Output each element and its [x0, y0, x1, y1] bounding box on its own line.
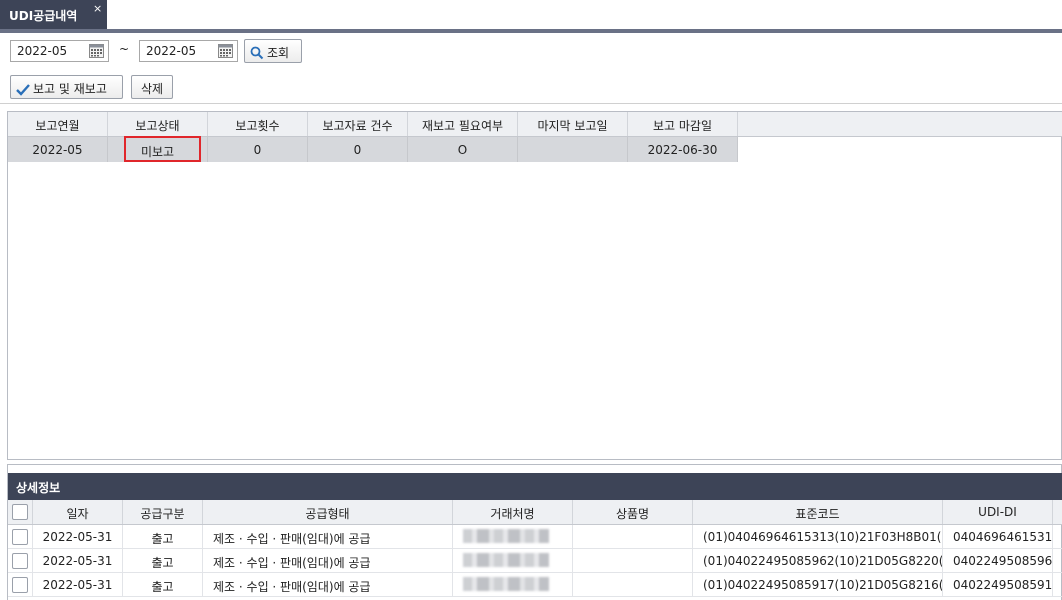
col-re-report-needed[interactable]: 재보고 필요여부	[408, 112, 518, 136]
search-label: 조회	[267, 46, 290, 60]
cell-product-name	[573, 549, 693, 573]
cell-supply-type: 출고	[123, 525, 203, 549]
table-row[interactable]: 2022-05-31 출고 제조 · 수입 · 판매(임대)에 공급 (01)0…	[8, 573, 1062, 597]
col-report-count[interactable]: 보고횟수	[208, 112, 308, 136]
select-all-checkbox[interactable]	[12, 504, 28, 520]
col-report-month[interactable]: 보고연월	[8, 112, 108, 136]
tab-udi-supply[interactable]: UDI공급내역 ×	[0, 0, 107, 29]
col-udi-di[interactable]: UDI-DI	[943, 500, 1053, 524]
cell-date: 2022-05-31	[33, 549, 123, 573]
toolbar-divider	[0, 103, 1062, 104]
redacted-client	[463, 529, 549, 543]
cell-udi-di: 04022495085917	[943, 573, 1053, 597]
cell-report-count: 0	[208, 137, 308, 162]
col-select-all[interactable]	[8, 500, 33, 524]
row-checkbox[interactable]	[12, 577, 28, 593]
cell-supply-type: 출고	[123, 549, 203, 573]
cell-standard-code: (01)04022495085917(10)21D05G8216(11)⋯	[693, 573, 943, 597]
col-supply-form[interactable]: 공급형태	[203, 500, 453, 524]
cell-report-data-count: 0	[308, 137, 408, 162]
tab-title: UDI공급내역	[9, 9, 78, 23]
date-from-value: 2022-05	[17, 44, 68, 58]
calendar-icon[interactable]	[218, 44, 233, 58]
date-range-separator: ~	[119, 42, 130, 56]
calendar-icon[interactable]	[89, 44, 104, 58]
cell-standard-code: (01)04022495085962(10)21D05G8220(11)⋯	[693, 549, 943, 573]
col-standard-code[interactable]: 표준코드	[693, 500, 943, 524]
col-product-name[interactable]: 상품명	[573, 500, 693, 524]
cell-supply-type: 출고	[123, 573, 203, 597]
cell-product-name	[573, 525, 693, 549]
cell-report-month: 2022-05	[8, 137, 108, 162]
status-highlight-box	[124, 136, 201, 162]
cell-udi-di: 04046964615313	[943, 525, 1053, 549]
summary-grid-header: 보고연월 보고상태 보고횟수 보고자료 건수 재보고 필요여부 마지막 보고일 …	[8, 112, 1062, 137]
summary-grid: 보고연월 보고상태 보고횟수 보고자료 건수 재보고 필요여부 마지막 보고일 …	[7, 111, 1062, 460]
row-checkbox[interactable]	[12, 553, 28, 569]
detail-grid-header: 일자 공급구분 공급형태 거래처명 상품명 표준코드 UDI-DI	[8, 500, 1062, 525]
delete-button[interactable]: 삭제	[131, 75, 173, 99]
redacted-client	[463, 553, 549, 567]
cell-standard-code: (01)04046964615313(10)21F03H8B01(11)⋯	[693, 525, 943, 549]
cell-supply-form: 제조 · 수입 · 판매(임대)에 공급	[203, 573, 453, 597]
detail-title: 상세정보	[8, 473, 1062, 500]
cell-supply-form: 제조 · 수입 · 판매(임대)에 공급	[203, 525, 453, 549]
delete-label: 삭제	[140, 82, 164, 96]
table-row[interactable]: 2022-05-31 출고 제조 · 수입 · 판매(임대)에 공급 (01)0…	[8, 549, 1062, 573]
cell-last-report-date	[518, 137, 628, 162]
col-report-data-count[interactable]: 보고자료 건수	[308, 112, 408, 136]
table-row[interactable]: 2022-05-31 출고 제조 · 수입 · 판매(임대)에 공급 (01)0…	[8, 525, 1062, 549]
cell-checkbox	[8, 525, 33, 549]
cell-date: 2022-05-31	[33, 573, 123, 597]
cell-report-deadline: 2022-06-30	[628, 137, 738, 162]
search-icon	[250, 46, 264, 60]
col-supply-type[interactable]: 공급구분	[123, 500, 203, 524]
col-report-status[interactable]: 보고상태	[108, 112, 208, 136]
search-button[interactable]: 조회	[244, 39, 302, 63]
col-report-deadline[interactable]: 보고 마감일	[628, 112, 738, 136]
cell-client-name	[453, 525, 573, 549]
report-button[interactable]: 보고 및 재보고	[10, 75, 123, 99]
col-last-report-date[interactable]: 마지막 보고일	[518, 112, 628, 136]
cell-client-name	[453, 573, 573, 597]
tab-bar: UDI공급내역 ×	[0, 0, 1062, 29]
cell-re-report-needed: O	[408, 137, 518, 162]
cell-checkbox	[8, 573, 33, 597]
close-icon[interactable]: ×	[93, 2, 102, 15]
cell-supply-form: 제조 · 수입 · 판매(임대)에 공급	[203, 549, 453, 573]
col-client-name[interactable]: 거래처명	[453, 500, 573, 524]
date-from-input[interactable]: 2022-05	[10, 40, 109, 62]
report-label: 보고 및 재보고	[33, 82, 107, 96]
cell-date: 2022-05-31	[33, 525, 123, 549]
detail-panel: 상세정보 일자 공급구분 공급형태 거래처명 상품명 표준코드 UDI-DI 2…	[7, 464, 1062, 600]
cell-checkbox	[8, 549, 33, 573]
cell-product-name	[573, 573, 693, 597]
col-date[interactable]: 일자	[33, 500, 123, 524]
tab-underline	[0, 29, 1062, 33]
date-to-value: 2022-05	[146, 44, 197, 58]
row-checkbox[interactable]	[12, 529, 28, 545]
redacted-client	[463, 577, 549, 591]
cell-client-name	[453, 549, 573, 573]
check-icon	[16, 84, 30, 96]
cell-udi-di: 04022495085962	[943, 549, 1053, 573]
date-to-input[interactable]: 2022-05	[139, 40, 238, 62]
